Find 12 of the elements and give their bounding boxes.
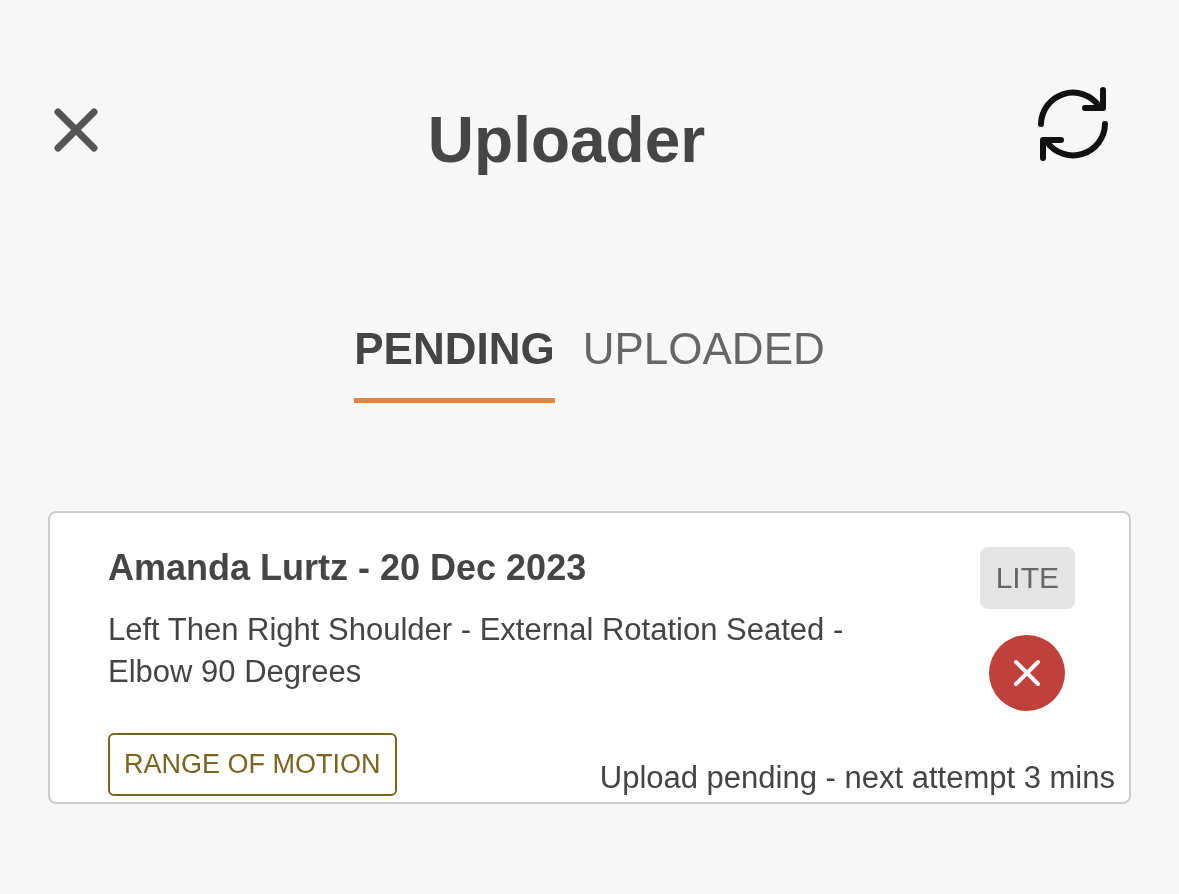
page-title: Uploader (427, 104, 706, 176)
category-tag: RANGE OF MOTION (108, 733, 397, 796)
close-button[interactable] (52, 106, 100, 154)
close-icon (52, 106, 100, 154)
upload-description: Left Then Right Shoulder - External Rotation Seated - Elbow 90 Degrees (108, 611, 845, 691)
upload-title: Amanda Lurtz - 20 Dec 2023 (108, 547, 588, 589)
upload-status: Upload pending - next attempt 3 mins (599, 760, 1115, 796)
lite-badge: LITE (979, 547, 1075, 609)
upload-card[interactable]: Amanda Lurtz - 20 Dec 2023 Left Then Right Shoulder - External Rotation Seated - Elbow 90 Degrees LITE RANGE OF MOTION Upload pending - next attempt 3 mins (48, 511, 1131, 804)
close-icon (1012, 658, 1043, 688)
tab[interactable]: UPLOADED (582, 324, 825, 403)
tab[interactable]: PENDING (354, 324, 555, 403)
